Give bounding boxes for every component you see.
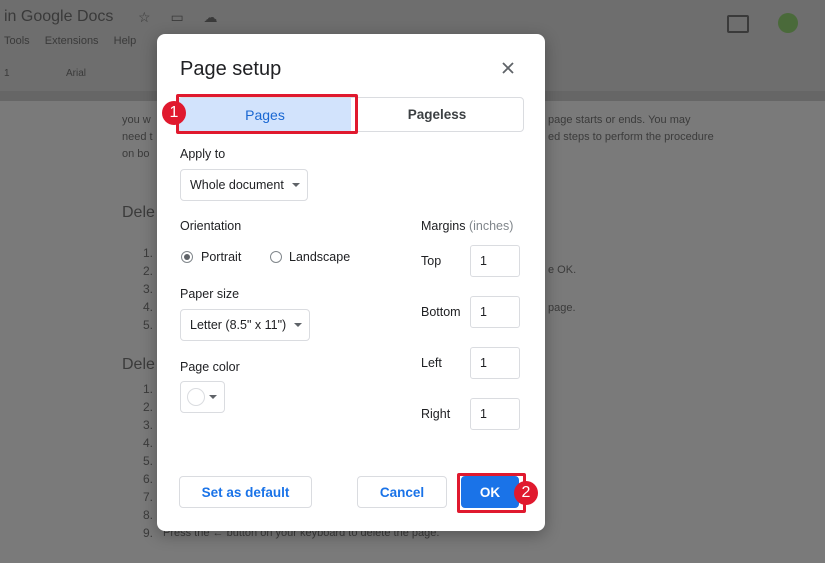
portrait-radio[interactable] [181,251,193,263]
dialog-title: Page setup [180,58,282,80]
orientation-label: Orientation [180,219,242,233]
list-number: 3. [143,418,154,432]
chevron-down-icon [209,395,217,399]
tab-pageless[interactable]: Pageless [351,98,523,131]
margin-right-input[interactable]: 1 [470,398,520,430]
list-number: 4. [143,300,154,314]
paper-size-value: Letter (8.5" x 11") [190,318,287,332]
doc-line: need t [122,131,153,143]
cancel-button[interactable]: Cancel [357,476,447,508]
doc-heading: Dele [122,204,155,221]
doc-line: page. [548,302,576,314]
apply-to-label: Apply to [180,147,226,161]
step-badge-1: 1 [162,101,186,125]
color-swatch [187,388,205,406]
doc-line: page starts or ends. You may [548,114,691,126]
toolbar-size: 1 [4,68,10,79]
list-number: 5. [143,454,154,468]
doc-title: in Google Docs [4,8,114,25]
list-number: 9. [143,526,154,540]
margins-label: Margins (inches) [421,219,513,233]
margin-top-label: Top [421,254,442,268]
doc-line: on bo [122,148,150,160]
close-icon[interactable] [500,60,516,76]
margins-title: Margins [421,219,466,233]
list-number: 6. [143,472,154,486]
list-number: 3. [143,282,154,296]
margin-top-input[interactable]: 1 [470,245,520,277]
highlight-pages-tab [176,94,358,134]
portrait-label[interactable]: Portrait [201,250,241,264]
page-color-picker[interactable] [180,381,225,413]
doc-line: e OK. [548,264,577,276]
list-number: 2. [143,400,154,414]
chevron-down-icon [294,323,303,327]
list-number: 2. [143,264,154,278]
doc-title-icons: ☆ ▭ ☁ [138,9,226,25]
margin-right-label: Right [421,407,451,421]
paper-size-label: Paper size [180,287,240,301]
menu-tools: Tools [4,35,30,47]
list-number: 1. [143,382,154,396]
list-number: 8. [143,508,154,522]
menu-help: Help [113,35,137,47]
margins-unit: (inches) [468,219,514,233]
apply-to-select[interactable]: Whole document [180,169,308,201]
step-badge-2: 2 [514,481,538,505]
doc-line: you w [122,114,151,126]
page-color-label: Page color [180,360,240,374]
margin-bottom-input[interactable]: 1 [470,296,520,328]
doc-line: ed steps to perform the procedure [548,131,714,143]
list-number: 4. [143,436,154,450]
landscape-radio[interactable] [270,251,282,263]
set-as-default-button[interactable]: Set as default [179,476,312,508]
list-number: 1. [143,246,154,260]
apply-to-value: Whole document [190,178,284,192]
meet-icon [778,13,798,33]
comments-icon [727,15,749,33]
toolbar-font: Arial [66,68,87,79]
menu-extensions: Extensions [44,35,99,47]
menu-bar: Tools Extensions Help [4,35,148,47]
doc-heading: Dele [122,356,155,373]
chevron-down-icon [291,183,300,187]
margin-left-input[interactable]: 1 [470,347,520,379]
list-number: 7. [143,490,154,504]
list-number: 5. [143,318,154,332]
margin-left-label: Left [421,356,442,370]
paper-size-select[interactable]: Letter (8.5" x 11") [180,309,310,341]
landscape-label[interactable]: Landscape [289,250,350,264]
margin-bottom-label: Bottom [421,305,461,319]
